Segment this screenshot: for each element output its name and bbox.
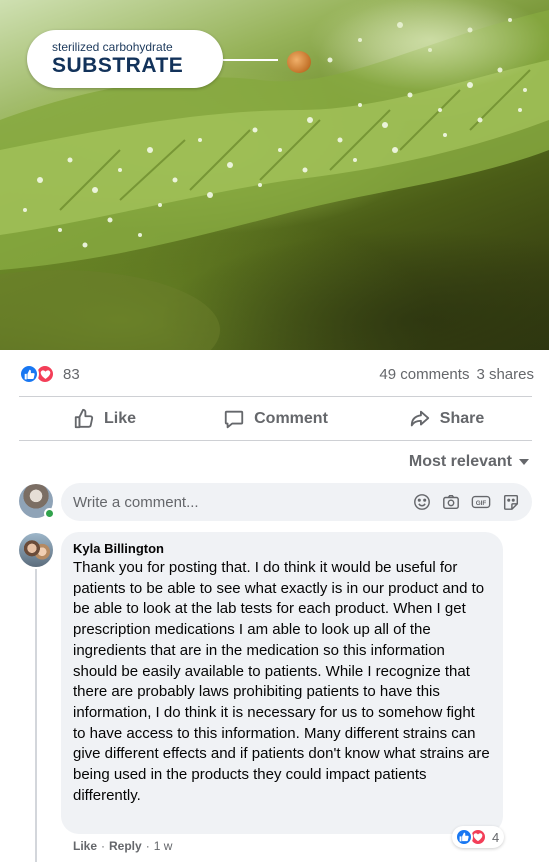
comment-timestamp[interactable]: 1 w <box>154 839 173 853</box>
comment-meta: Like · Reply · 1 w <box>73 839 172 853</box>
share-button[interactable]: Share <box>361 408 532 430</box>
comment-bubble: Kyla Billington Thank you for posting th… <box>61 532 503 834</box>
sort-label: Most relevant <box>408 453 512 470</box>
reactions-right: 49 comments 3 shares <box>379 366 534 383</box>
substrate-label-small: sterilized carbohydrate <box>52 40 173 54</box>
share-button-label: Share <box>439 410 485 427</box>
online-status-dot <box>44 508 55 519</box>
like-icon <box>455 828 473 846</box>
comment-reply-link[interactable]: Reply <box>109 839 142 853</box>
current-user-avatar[interactable] <box>19 484 55 519</box>
share-icon <box>410 410 429 427</box>
comments-count-link[interactable]: 49 comments <box>379 366 469 383</box>
like-button-label: Like <box>103 410 136 427</box>
post-actions: Like Comment Share <box>19 399 532 439</box>
reactions-summary: 83 49 comments 3 shares <box>19 360 534 388</box>
substrate-label-big: SUBSTRATE <box>52 54 184 77</box>
divider-top <box>19 396 532 397</box>
comment-icon <box>224 410 244 429</box>
comment-button-label: Comment <box>254 410 328 427</box>
comment-button[interactable]: Comment <box>190 408 361 430</box>
camera-icon[interactable] <box>442 493 460 511</box>
label-leader-line <box>223 59 278 61</box>
meta-separator: · <box>101 839 106 853</box>
caret-down-icon <box>519 459 529 465</box>
comment-input-placeholder: Write a comment... <box>73 493 199 511</box>
thread-line <box>35 569 37 862</box>
comment-reactions[interactable]: 4 <box>452 826 505 848</box>
comment-reaction-count: 4 <box>492 829 500 845</box>
divider-bottom <box>19 440 532 441</box>
substrate-particle <box>287 51 311 73</box>
commenter-avatar[interactable] <box>19 533 53 567</box>
comment-input-tools: GIF <box>413 493 520 511</box>
comment-like-link[interactable]: Like <box>73 839 97 853</box>
comment-author-name[interactable]: Kyla Billington <box>73 541 491 557</box>
shares-count-link[interactable]: 3 shares <box>476 366 534 383</box>
comment-text: Thank you for posting that. I do think i… <box>73 559 490 804</box>
write-comment-input[interactable]: Write a comment... GIF <box>61 483 532 521</box>
meta-separator: · <box>145 839 150 853</box>
emoji-icon[interactable] <box>413 493 431 511</box>
like-button[interactable]: Like <box>19 408 190 430</box>
reactions-left[interactable]: 83 <box>19 364 80 384</box>
thumbs-up-icon <box>74 408 94 429</box>
gif-icon[interactable]: GIF <box>471 493 491 511</box>
sticker-icon[interactable] <box>502 493 520 511</box>
reactions-count[interactable]: 83 <box>63 366 80 383</box>
comment-sort-dropdown[interactable]: Most relevant <box>409 452 529 472</box>
svg-text:GIF: GIF <box>476 500 487 507</box>
post-image[interactable]: sterilized carbohydrate SUBSTRATE <box>0 0 549 350</box>
substrate-label: sterilized carbohydrate SUBSTRATE <box>27 30 223 88</box>
like-icon[interactable] <box>19 364 39 384</box>
